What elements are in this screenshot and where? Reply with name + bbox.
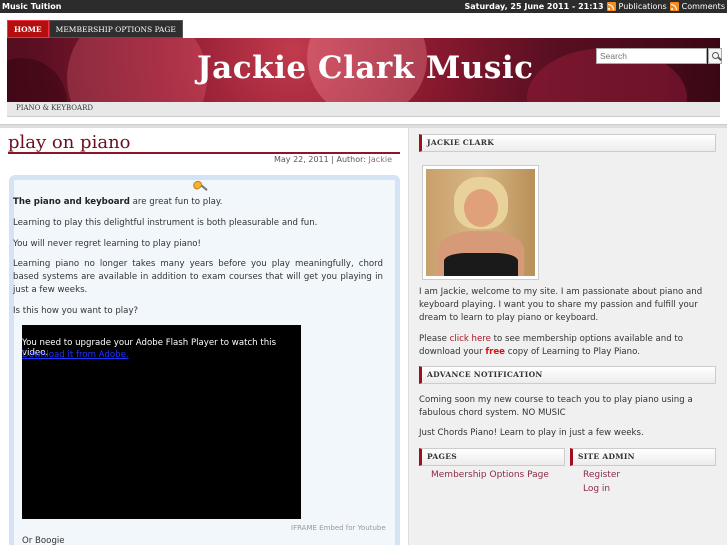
subnav-item-piano-keyboard[interactable]: PIANO & KEYBOARD: [16, 104, 93, 112]
advance-text: Coming soon my new course to teach you t…: [419, 395, 693, 418]
adobe-download-link[interactable]: Download it from Adobe.: [22, 350, 129, 360]
login-link[interactable]: Log in: [583, 484, 610, 494]
please-text: Please: [419, 334, 450, 344]
post-paragraph: The piano and keyboard are great fun to …: [13, 196, 383, 209]
search-icon[interactable]: [708, 48, 722, 64]
intro-text: are great fun to play.: [129, 197, 223, 207]
site-name: Music Tuition: [2, 2, 62, 11]
about-text: I am Jackie, welcome to my site. I am pa…: [419, 287, 703, 323]
rss-icon: [669, 2, 679, 11]
sub-nav: PIANO & KEYBOARD: [7, 102, 720, 117]
post-paragraph: You will never regret learning to play p…: [13, 239, 201, 249]
post-paragraph: Learning to play this delightful instrum…: [13, 218, 318, 228]
free-emphasis: free: [485, 347, 505, 357]
title-underline: [8, 152, 400, 154]
widget-heading-jackie-clark: JACKIE CLARK: [419, 134, 716, 152]
post-paragraph: Or Boogie: [22, 536, 65, 545]
top-bar-right: Saturday, 25 June 2011 - 21:13 Publicati…: [464, 0, 725, 13]
main-nav: HOME MEMBERSHIP OPTIONS PAGE: [7, 20, 183, 38]
pages-link-membership-options[interactable]: Membership Options Page: [431, 470, 549, 480]
author-label: | Author:: [331, 155, 366, 164]
rss-icon: [606, 2, 616, 11]
post-paragraph: Is this how you want to play?: [13, 306, 139, 316]
iframe-note: IFRAME Embed for Youtube: [291, 524, 386, 532]
tab-membership-options[interactable]: MEMBERSHIP OPTIONS PAGE: [48, 20, 183, 38]
widget-heading-advance-notification: ADVANCE NOTIFICATION: [419, 366, 716, 384]
publications-link[interactable]: Publications: [619, 0, 667, 13]
membership-text: Please click here to see membership opti…: [419, 333, 719, 359]
post-meta: May 22, 2011 | Author: Jackie: [274, 155, 392, 164]
intro-bold: The piano and keyboard: [13, 197, 130, 207]
post-author-link[interactable]: Jackie: [369, 155, 392, 164]
site-title[interactable]: Jackie Clark Music: [197, 50, 534, 86]
widget-heading-site-admin: SITE ADMIN: [570, 448, 716, 466]
post-paragraph: Learning piano no longer takes many year…: [13, 259, 383, 295]
post-date: May 22, 2011: [274, 155, 329, 164]
register-link[interactable]: Register: [583, 470, 620, 480]
comments-link[interactable]: Comments: [682, 0, 725, 13]
top-bar: Music Tuition Saturday, 25 June 2011 - 2…: [0, 0, 727, 13]
banner-decoration: [67, 38, 207, 102]
date-time: Saturday, 25 June 2011 - 21:13: [464, 2, 604, 11]
click-here-link[interactable]: click here: [450, 334, 491, 344]
pushpin-icon: [191, 179, 208, 195]
copy-text: copy of Learning to Play Piano.: [504, 347, 640, 357]
tab-home[interactable]: HOME: [7, 20, 49, 38]
banner-decoration: [7, 58, 67, 102]
profile-photo: [422, 165, 539, 280]
advance-text: Just Chords Piano! Learn to play in just…: [419, 428, 644, 438]
widget-heading-pages: PAGES: [419, 448, 565, 466]
post-title[interactable]: play on piano: [8, 132, 131, 153]
video-player[interactable]: You need to upgrade your Adobe Flash Pla…: [22, 325, 301, 519]
search-input[interactable]: [596, 48, 707, 64]
